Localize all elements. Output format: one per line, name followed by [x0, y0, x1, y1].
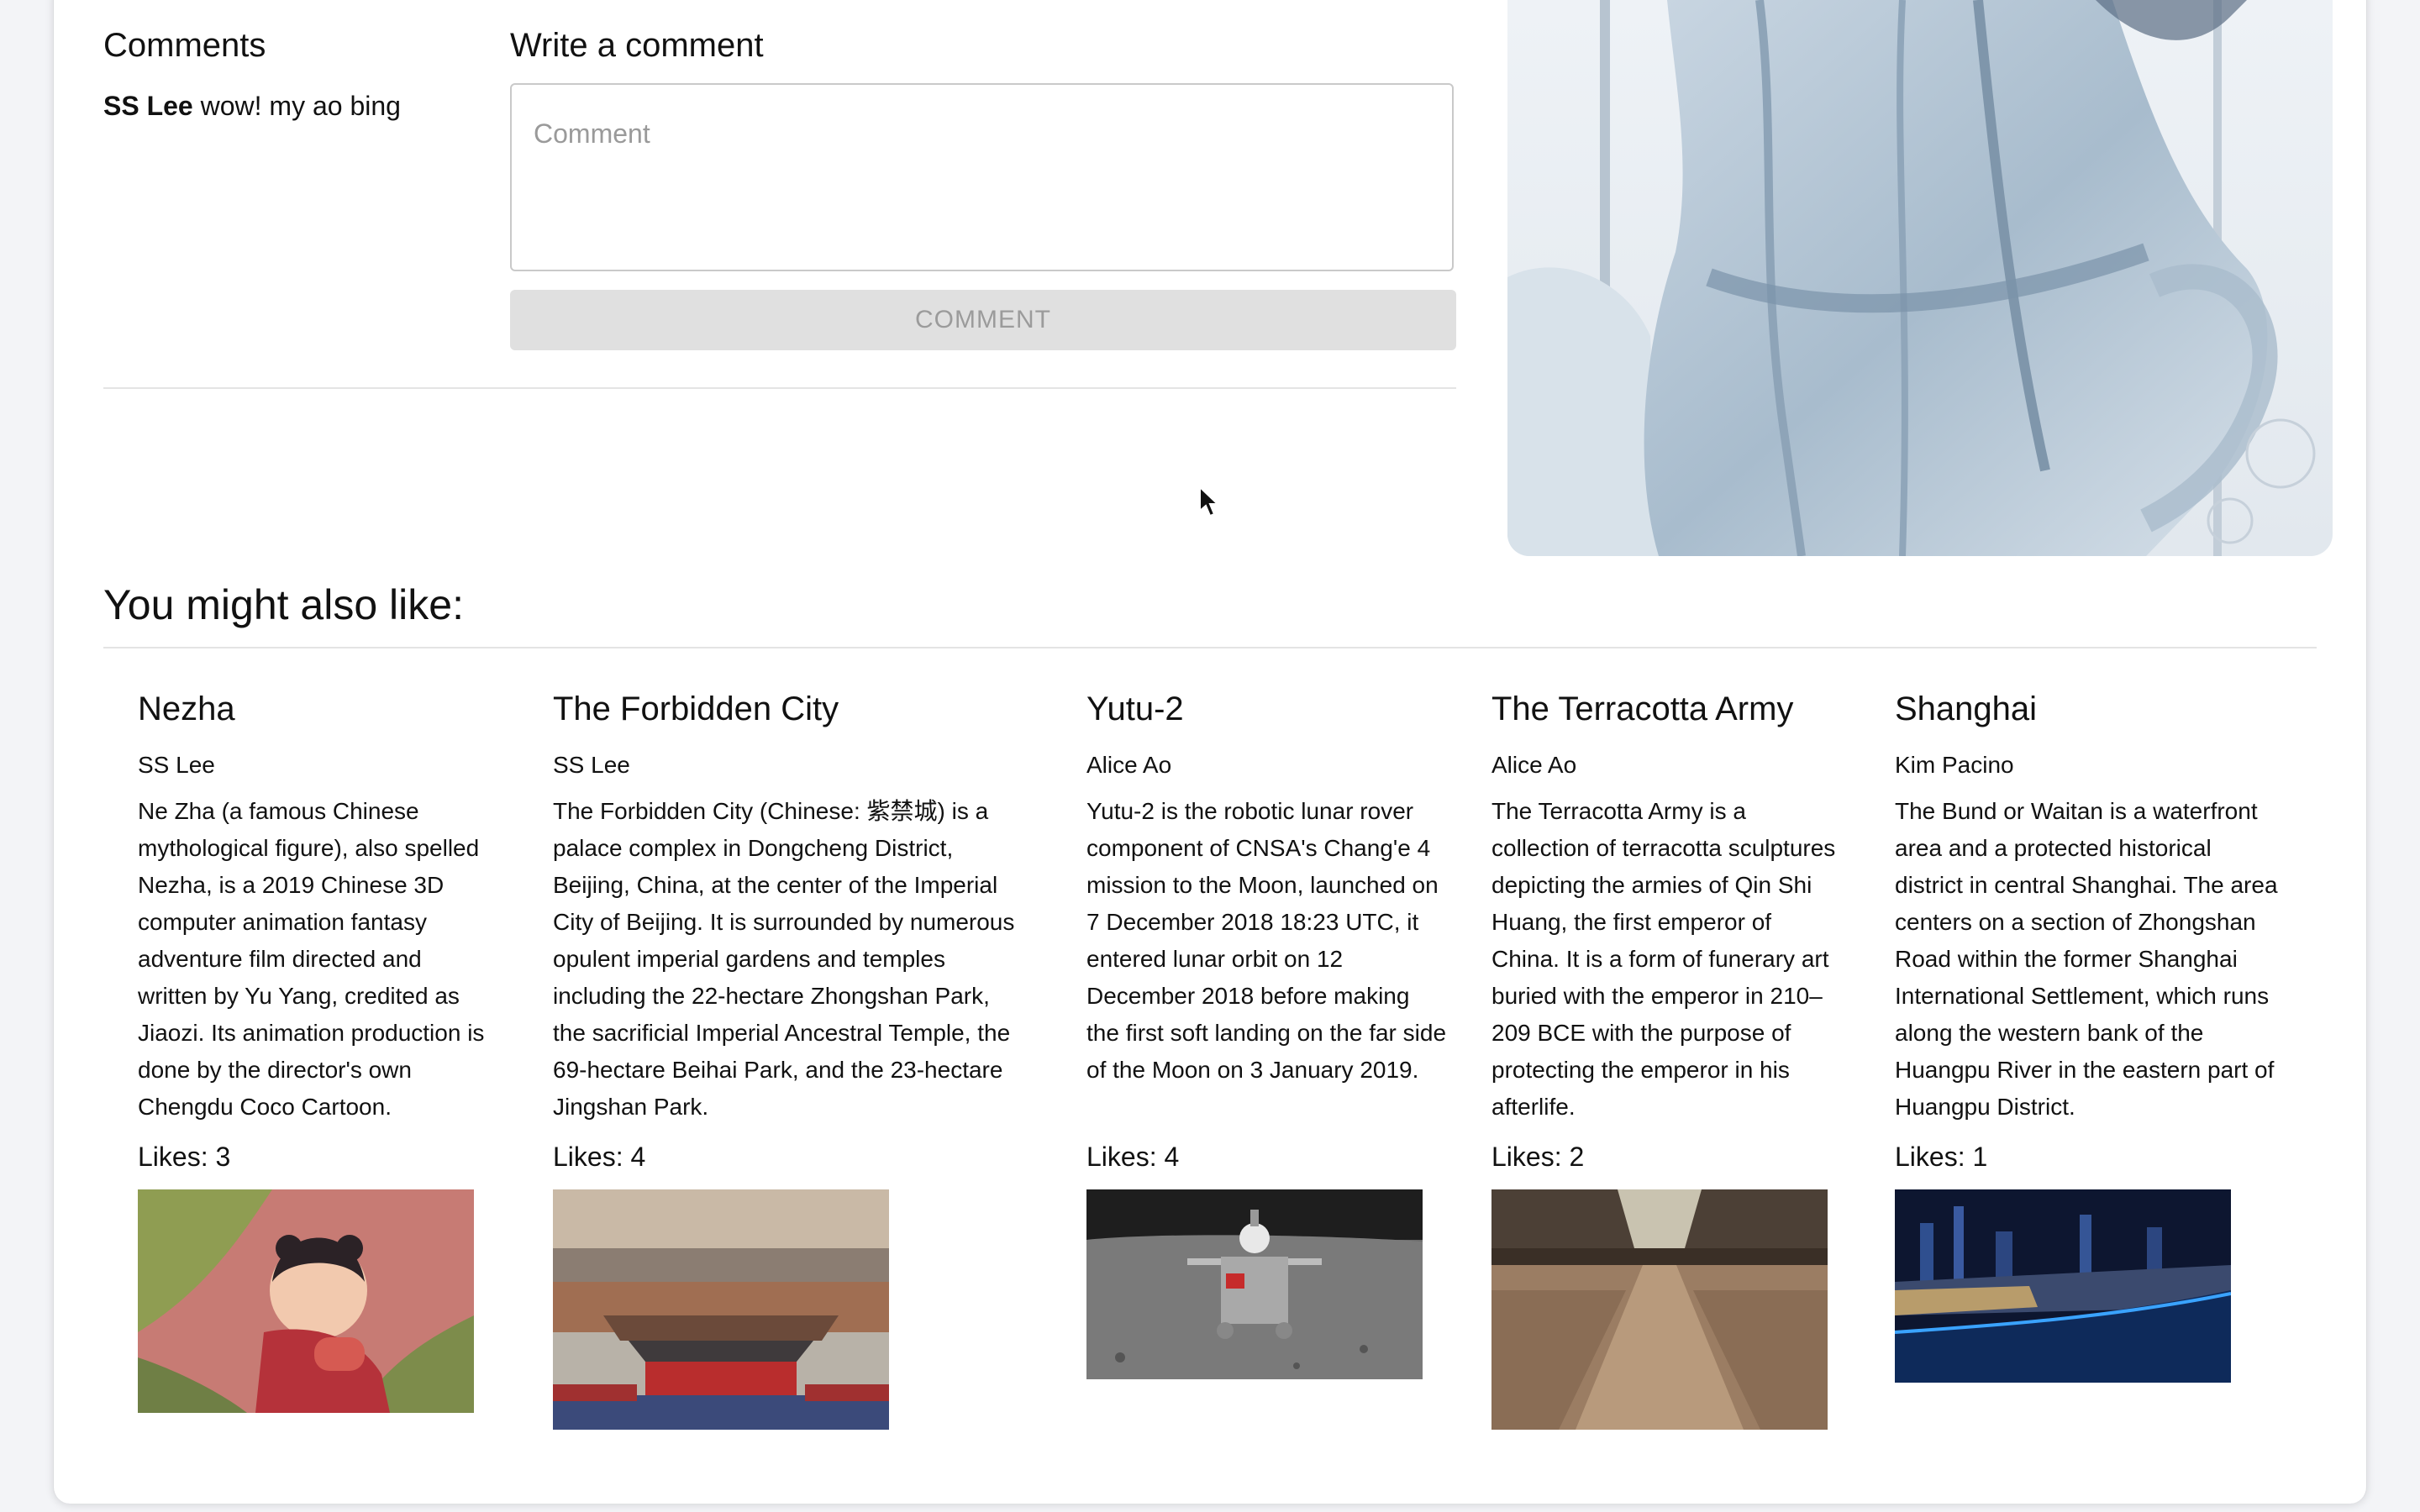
recommendations-heading: You might also like:	[103, 581, 464, 628]
card-author: SS Lee	[553, 752, 630, 778]
recommendations-divider	[103, 647, 2317, 648]
card-title[interactable]: The Forbidden City	[553, 689, 839, 729]
card-description: The Forbidden City (Chinese: 紫禁城) is a p…	[553, 798, 1015, 1120]
card-description: Yutu-2 is the robotic lunar rover compon…	[1086, 798, 1447, 1083]
card-image[interactable]	[138, 1189, 474, 1413]
likes-label: Likes:	[1491, 1142, 1570, 1172]
write-comment-heading: Write a comment	[510, 27, 764, 64]
likes-count: 4	[630, 1142, 646, 1172]
mouse-cursor-icon	[1198, 485, 1220, 519]
likes-label: Likes:	[553, 1142, 631, 1172]
card-image[interactable]	[1491, 1189, 1828, 1430]
card-likes: Likes: 4	[1086, 1140, 1179, 1173]
card-image[interactable]	[553, 1189, 889, 1430]
likes-label: Likes:	[138, 1142, 216, 1172]
card-description: Ne Zha (a famous Chinese mythological fi…	[138, 798, 485, 1120]
card-likes: Likes: 1	[1895, 1140, 1987, 1173]
comment-entry: SS Lee wow! my ao bing	[103, 89, 401, 123]
likes-count: 3	[215, 1142, 231, 1172]
card-image[interactable]	[1086, 1189, 1423, 1379]
card-title[interactable]: Shanghai	[1895, 689, 2037, 729]
likes-label: Likes:	[1895, 1142, 1973, 1172]
card-image[interactable]	[1895, 1189, 2231, 1383]
card-author: Alice Ao	[1491, 752, 1577, 778]
card-description: The Bund or Waitan is a waterfront area …	[1895, 798, 2278, 1120]
comment-author: SS Lee	[103, 91, 193, 121]
comment-input[interactable]	[510, 83, 1454, 271]
comment-text: wow! my ao bing	[200, 91, 401, 121]
card-title[interactable]: Yutu-2	[1086, 689, 1184, 729]
comments-divider	[103, 387, 1456, 389]
hero-illustration	[1507, 0, 2333, 556]
card-author: Alice Ao	[1086, 752, 1172, 778]
card-title[interactable]: Nezha	[138, 689, 235, 729]
likes-label: Likes:	[1086, 1142, 1165, 1172]
comment-submit-button[interactable]: COMMENT	[510, 290, 1456, 350]
comments-heading: Comments	[103, 27, 266, 64]
card-likes: Likes: 4	[553, 1140, 645, 1173]
card-description: The Terracotta Army is a collection of t…	[1491, 798, 1836, 1120]
card-author: Kim Pacino	[1895, 752, 2014, 778]
likes-count: 4	[1164, 1142, 1180, 1172]
likes-count: 1	[1972, 1142, 1988, 1172]
card-likes: Likes: 2	[1491, 1140, 1584, 1173]
likes-count: 2	[1569, 1142, 1585, 1172]
card-likes: Likes: 3	[138, 1140, 230, 1173]
card-author: SS Lee	[138, 752, 215, 778]
card-title[interactable]: The Terracotta Army	[1491, 689, 1793, 729]
